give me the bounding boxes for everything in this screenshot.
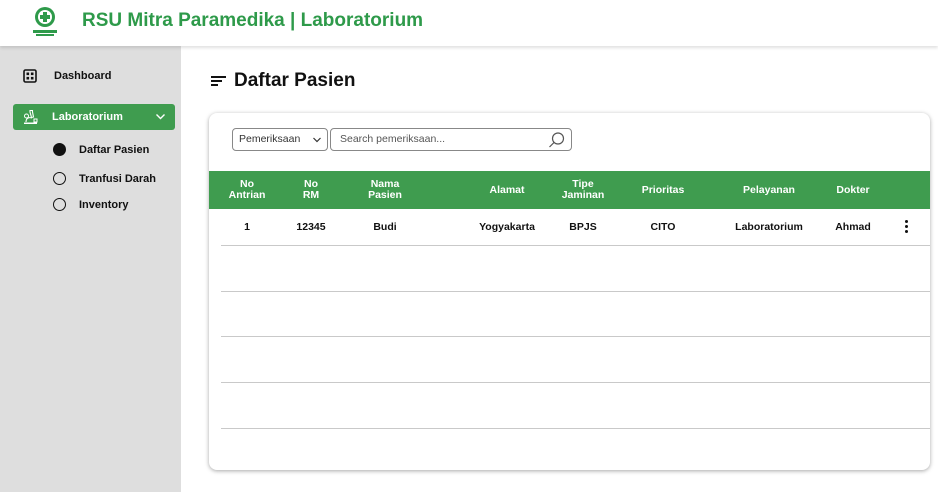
filter-dropdown-value: Pemeriksaan — [239, 133, 301, 145]
hospital-logo — [33, 7, 57, 36]
sidebar-item-label: Dashboard — [54, 70, 112, 82]
column-header[interactable]: Dokter — [823, 171, 883, 209]
sidebar-subitem-tranfusi-darah[interactable]: Tranfusi Darah — [53, 172, 156, 185]
sidebar-subitem-label: Inventory — [79, 198, 129, 211]
radio-selected-icon — [53, 143, 66, 156]
column-header[interactable]: Tipe Jaminan — [555, 171, 611, 209]
filter-lines-icon — [211, 76, 226, 86]
row-divider — [221, 336, 930, 337]
table-cell: CITO — [650, 221, 676, 233]
chevron-down-icon[interactable] — [155, 111, 166, 122]
row-divider — [221, 245, 930, 246]
table-cell: Budi — [373, 221, 397, 233]
radio-empty-icon — [53, 172, 66, 185]
sidebar-subitem-label: Tranfusi Darah — [79, 172, 157, 185]
search-icon[interactable] — [548, 131, 566, 149]
sidebar-subitem-daftar-pasien[interactable]: Daftar Pasien — [53, 143, 149, 156]
sidebar-item-laboratorium[interactable]: Laboratorium — [13, 104, 175, 130]
table-cell: Ahmad — [835, 221, 871, 233]
page-title-text: Daftar Pasien — [234, 70, 356, 91]
table-row[interactable]: 1 12345 Budi Yogyakarta BPJS CITO Labora… — [209, 209, 930, 245]
column-header[interactable]: No RM — [291, 171, 331, 209]
column-header[interactable]: No Antrian — [223, 171, 271, 209]
page-title: Daftar Pasien — [211, 70, 355, 92]
column-header[interactable]: Prioritas — [631, 171, 695, 209]
search-input[interactable]: Search pemeriksaan... — [330, 128, 572, 151]
table-cell: Yogyakarta — [479, 221, 535, 233]
table-cell: 12345 — [296, 221, 326, 233]
sidebar-item-dashboard[interactable]: Dashboard — [23, 69, 111, 83]
patient-list-card: Pemeriksaan Search pemeriksaan... No Ant… — [209, 113, 930, 470]
more-options-icon[interactable] — [905, 220, 909, 234]
table-header: No Antrian No RM Nama Pasien Alamat Tipe… — [209, 171, 930, 209]
table-cell: 1 — [244, 221, 250, 233]
sidebar-item-label: Laboratorium — [52, 111, 123, 123]
sidebar-subitem-inventory[interactable]: Inventory — [53, 198, 129, 211]
row-divider — [221, 428, 930, 429]
app-header: RSU Mitra Paramedika | Laboratorium — [0, 0, 938, 46]
app-title: RSU Mitra Paramedika | Laboratorium — [82, 10, 424, 31]
table-cell: BPJS — [569, 221, 597, 233]
microscope-icon — [24, 109, 38, 124]
search-placeholder: Search pemeriksaan... — [340, 133, 446, 145]
table-cell: Laboratorium — [735, 221, 803, 233]
column-header[interactable]: Alamat — [471, 171, 543, 209]
column-header[interactable]: Pelayanan — [727, 171, 811, 209]
row-divider — [221, 382, 930, 383]
column-header[interactable]: Nama Pasien — [359, 171, 411, 209]
grid-icon — [23, 69, 37, 83]
filter-dropdown[interactable]: Pemeriksaan — [232, 128, 328, 151]
chevron-down-icon — [313, 137, 321, 143]
radio-empty-icon — [53, 198, 66, 211]
sidebar-subitem-label: Daftar Pasien — [79, 143, 150, 156]
row-divider — [221, 291, 930, 292]
